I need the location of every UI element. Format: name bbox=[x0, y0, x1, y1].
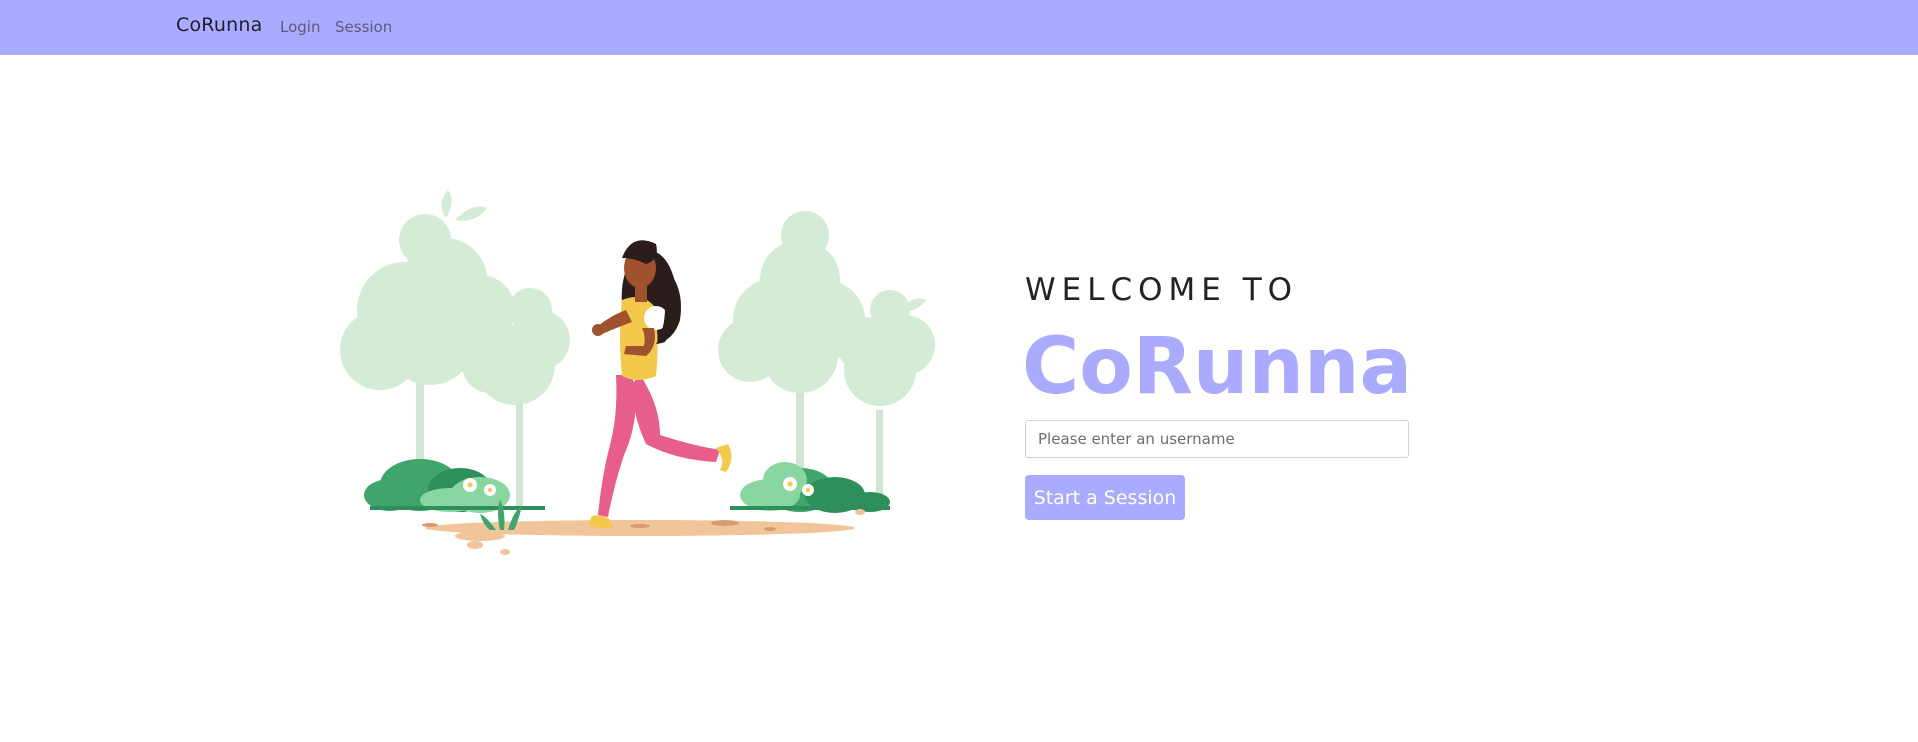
brand-link[interactable]: CoRunna bbox=[176, 14, 262, 36]
welcome-heading: WELCOME TO bbox=[1025, 272, 1299, 308]
top-navbar: CoRunna Login Session bbox=[0, 0, 1918, 55]
running-woman bbox=[588, 240, 732, 529]
running-woman-illustration bbox=[340, 190, 935, 555]
nav-link-login[interactable]: Login bbox=[280, 18, 320, 36]
username-input[interactable] bbox=[1025, 420, 1409, 458]
left-tree-cluster bbox=[340, 190, 570, 510]
bushes bbox=[364, 459, 890, 513]
right-tree-cluster bbox=[718, 211, 935, 510]
nav-link-session[interactable]: Session bbox=[335, 18, 392, 36]
app-title: CoRunna bbox=[1022, 322, 1413, 412]
start-session-button[interactable]: Start a Session bbox=[1025, 475, 1185, 520]
